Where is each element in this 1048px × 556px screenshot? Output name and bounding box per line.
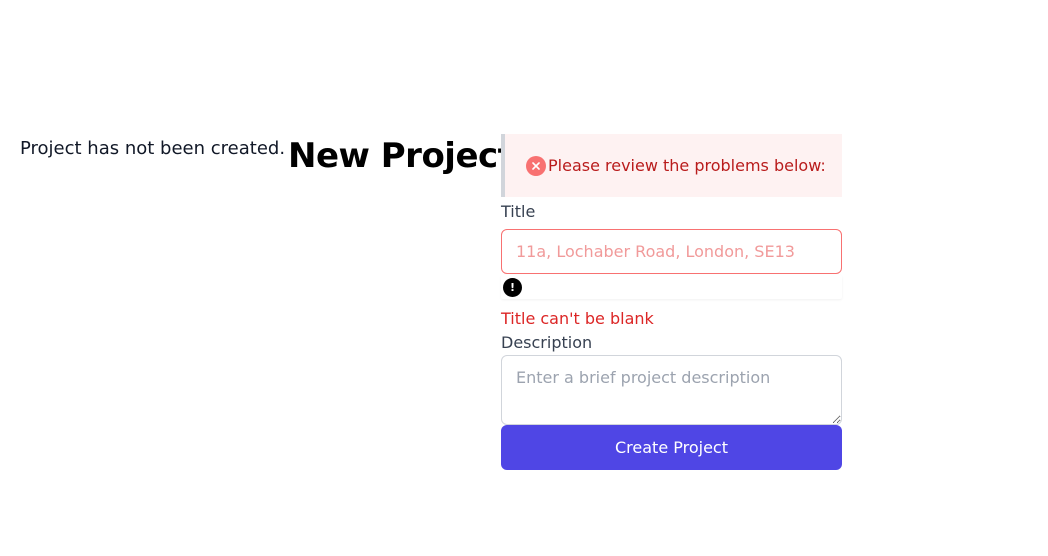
error-summary: Please review the problems below:: [501, 134, 842, 197]
title-error-message: Title can't be blank: [501, 309, 654, 328]
title-label: Title: [501, 202, 536, 221]
description-textarea[interactable]: [501, 355, 842, 425]
exclamation-icon: !: [503, 278, 522, 297]
title-input[interactable]: [501, 229, 842, 274]
x-circle-icon: [526, 155, 546, 176]
error-summary-text: Please review the problems below:: [548, 156, 826, 175]
new-project-form: Please review the problems below: Title …: [501, 134, 842, 470]
create-project-button[interactable]: Create Project: [501, 425, 842, 470]
page-title: New Project: [288, 136, 514, 176]
description-label: Description: [501, 333, 593, 352]
title-feedback-box: !: [501, 275, 842, 299]
page-root: Project has not been created. New Projec…: [0, 0, 1048, 556]
flash-notice: Project has not been created.: [20, 138, 286, 159]
